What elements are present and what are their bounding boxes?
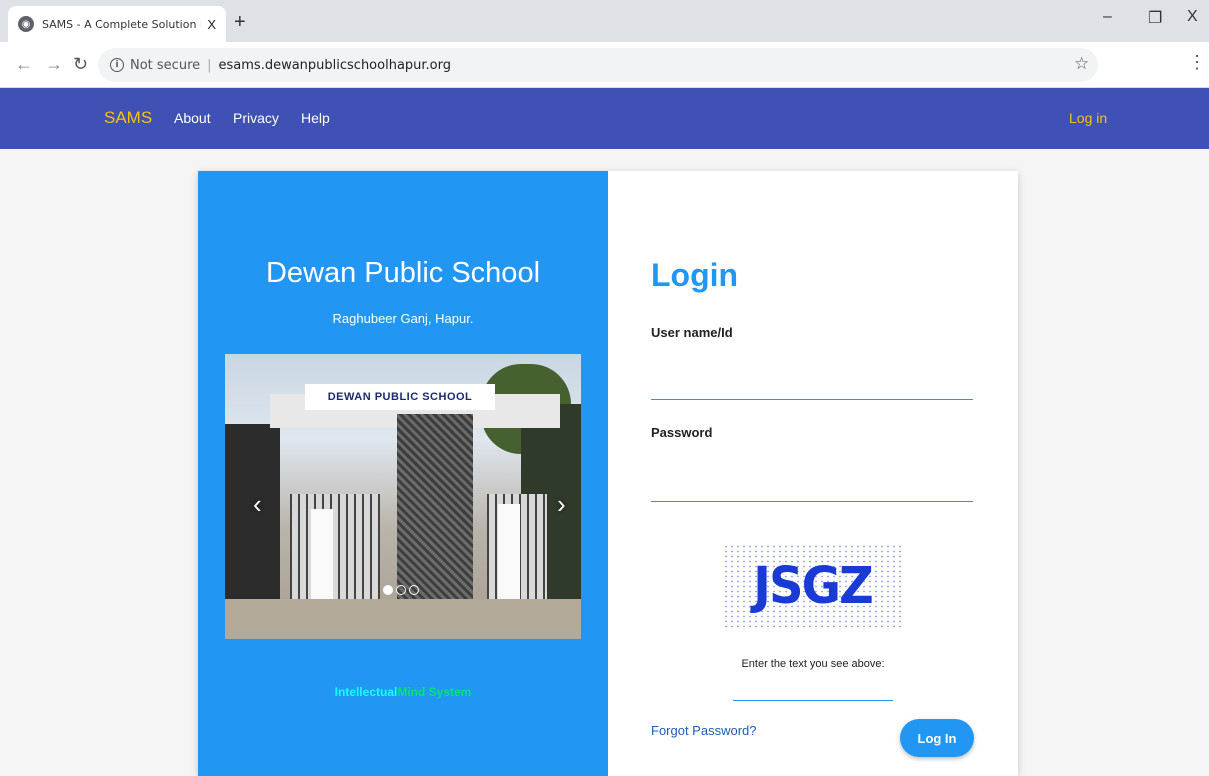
- url-separator: |: [207, 57, 212, 73]
- back-arrow-icon[interactable]: ←: [15, 54, 33, 75]
- login-title: Login: [651, 257, 739, 293]
- carousel-dot[interactable]: [409, 585, 419, 595]
- tagline-part1: Intellectual: [334, 685, 398, 699]
- nav-about[interactable]: About: [174, 110, 211, 126]
- address-bar: ← → ↻ i Not secure | esams.dewanpublicsc…: [0, 42, 1209, 88]
- login-button[interactable]: Log In: [900, 719, 974, 757]
- nav-help[interactable]: Help: [301, 110, 330, 126]
- browser-tab[interactable]: ◉ SAMS - A Complete Solution For X: [8, 6, 226, 42]
- tagline: IntellectualMind System: [198, 685, 608, 699]
- school-banner: DEWAN PUBLIC SCHOOL: [305, 384, 495, 410]
- school-panel: Dewan Public School Raghubeer Ganj, Hapu…: [198, 171, 608, 776]
- info-icon[interactable]: i: [110, 58, 124, 72]
- forgot-password-link[interactable]: Forgot Password?: [651, 723, 757, 738]
- captcha-input[interactable]: [733, 673, 893, 701]
- captcha-text: JSGZ: [753, 556, 874, 616]
- carousel-indicators: [383, 585, 419, 595]
- login-panel: Login User name/Id Password JSGZ Enter t…: [608, 171, 1018, 776]
- login-card: Dewan Public School Raghubeer Ganj, Hapu…: [198, 171, 1018, 776]
- url-field[interactable]: i Not secure | esams.dewanpublicschoolha…: [98, 48, 1098, 82]
- image-carousel[interactable]: DEWAN PUBLIC SCHOOL ‹ ›: [225, 354, 581, 639]
- tagline-part2: Mind System: [397, 685, 472, 699]
- restore-button[interactable]: ❐: [1148, 8, 1162, 28]
- kebab-menu-icon[interactable]: ⋮: [1188, 52, 1206, 73]
- browser-tabstrip: ◉ SAMS - A Complete Solution For X + – ❐…: [0, 0, 1209, 42]
- nav-privacy[interactable]: Privacy: [233, 110, 279, 126]
- gate-pillar: [397, 414, 473, 604]
- minimize-button[interactable]: –: [1103, 8, 1112, 26]
- brand-link[interactable]: SAMS: [104, 108, 152, 128]
- nav-login[interactable]: Log in: [1069, 110, 1107, 126]
- site-navbar: SAMS About Privacy Help Log in: [0, 88, 1209, 149]
- gate-post-left: [311, 509, 333, 604]
- reload-icon[interactable]: ↻: [73, 54, 88, 75]
- carousel-ground: [225, 599, 581, 639]
- school-address: Raghubeer Ganj, Hapur.: [332, 311, 474, 326]
- captcha-hint: Enter the text you see above:: [741, 658, 885, 670]
- globe-icon: ◉: [18, 16, 34, 32]
- password-label: Password: [651, 425, 713, 440]
- carousel-dot[interactable]: [383, 585, 393, 595]
- captcha-image: JSGZ: [723, 544, 902, 631]
- close-window-button[interactable]: X: [1187, 8, 1198, 26]
- password-input[interactable]: [651, 476, 973, 502]
- tab-title: SAMS - A Complete Solution For: [41, 17, 202, 31]
- username-input[interactable]: [651, 374, 973, 400]
- carousel-next-icon[interactable]: ›: [557, 489, 566, 520]
- new-tab-button[interactable]: +: [234, 12, 246, 32]
- forward-arrow-icon[interactable]: →: [45, 54, 63, 75]
- username-label: User name/Id: [651, 325, 733, 340]
- url-text: esams.dewanpublicschoolhapur.org: [218, 57, 452, 73]
- carousel-dot[interactable]: [396, 585, 406, 595]
- tab-close-icon[interactable]: X: [207, 17, 216, 32]
- gate-left: [290, 494, 380, 599]
- gate-post-right: [498, 504, 520, 599]
- carousel-prev-icon[interactable]: ‹: [253, 489, 262, 520]
- security-status: Not secure: [130, 57, 201, 73]
- star-icon[interactable]: ☆: [1074, 54, 1089, 74]
- school-name: Dewan Public School: [265, 257, 541, 289]
